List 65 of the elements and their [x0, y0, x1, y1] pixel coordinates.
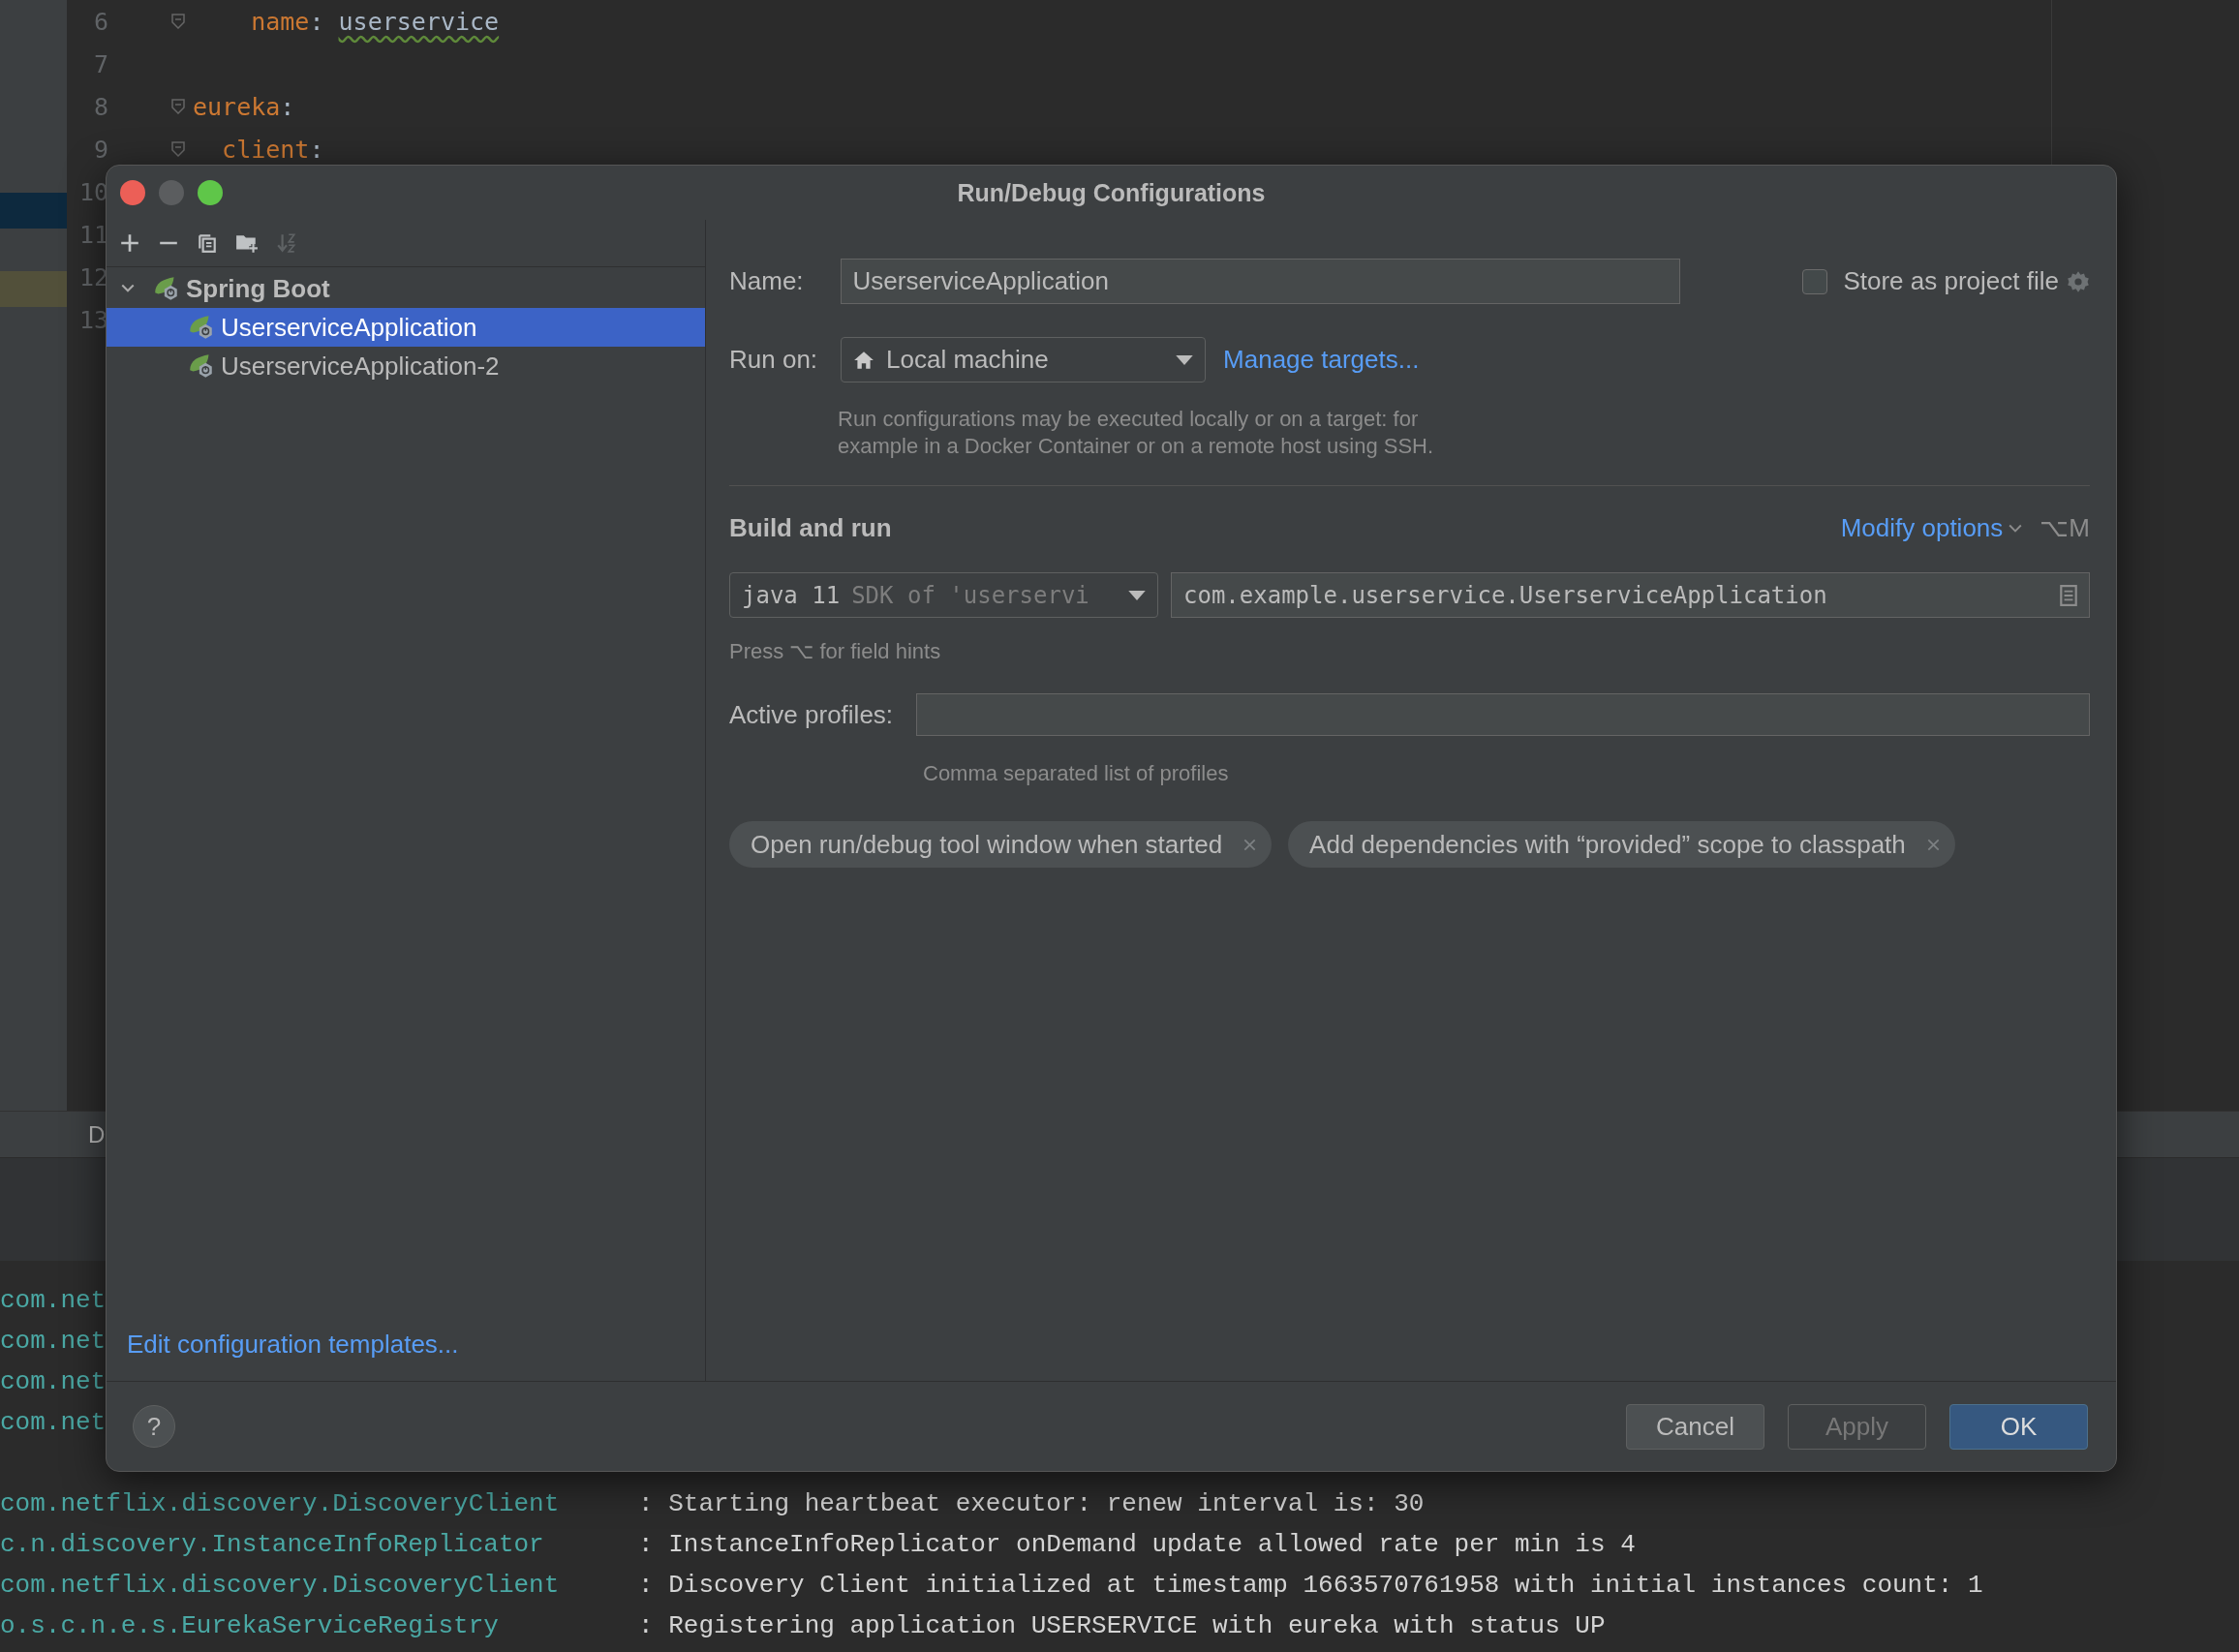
code-text: client:	[221, 135, 324, 164]
leaf-icon	[153, 276, 180, 301]
profiles-field[interactable]	[916, 693, 2090, 736]
leaf-icon	[188, 353, 215, 379]
sdk-dropdown[interactable]: java 11 SDK of 'userservi	[729, 572, 1158, 618]
dropdown-arrow-icon	[1128, 590, 1146, 600]
log-source: o.s.c.n.e.s.EurekaServiceRegistry	[0, 1611, 500, 1640]
line-number: 9	[92, 135, 108, 164]
templates-link[interactable]: Edit configuration templates...	[107, 1330, 705, 1381]
field-hint: Press ⌥ for field hints	[729, 639, 942, 664]
zoom-icon[interactable]	[198, 180, 223, 205]
log-source: com.net	[0, 1327, 107, 1356]
row-highlight	[0, 193, 67, 229]
tool-window-label[interactable]: D	[88, 1120, 106, 1148]
log-source: com.net	[0, 1408, 107, 1437]
log-message: : Discovery Client initialized at timestamp 1663570761958 with initial instances count: 1	[638, 1571, 1983, 1600]
run-on-label: Run on:	[729, 345, 818, 375]
document-icon[interactable]	[2060, 584, 2077, 606]
shortcut-hint: ⌥M	[2040, 513, 2090, 543]
log-message: : InstanceInfoReplicator onDemand update allowed rate per min is 4	[638, 1530, 1636, 1559]
checkbox[interactable]	[1802, 268, 1828, 294]
profiles-hint: Comma separated list of profiles	[923, 761, 1230, 786]
tree-group[interactable]: Spring Boot	[107, 269, 705, 308]
chevron-icon	[2009, 523, 2023, 534]
close-icon[interactable]	[1243, 838, 1257, 851]
fold-icon[interactable]	[171, 14, 185, 29]
log-source: c.n.discovery.InstanceInfoReplicator	[0, 1530, 545, 1559]
code-text: name: userservice	[250, 7, 500, 36]
close-icon[interactable]	[120, 180, 145, 205]
run-on-hint: Run configurations may be executed locally or on a target: for example in a Docker Container or on a remote host using SSH.	[838, 406, 1435, 460]
log-source: com.net	[0, 1367, 107, 1396]
section-title: Build and run	[729, 513, 892, 543]
fold-icon[interactable]	[171, 141, 185, 157]
leaf-icon	[188, 315, 215, 340]
modify-options-link[interactable]: Modify options	[1840, 513, 2023, 543]
manage-targets-link[interactable]: Manage targets...	[1223, 345, 1420, 375]
help-button[interactable]: ?	[133, 1405, 175, 1448]
log-source: com.netflix.discovery.DiscoveryClient	[0, 1489, 561, 1518]
line-number: 6	[92, 7, 108, 36]
code-text: eureka:	[193, 92, 295, 121]
option-chip[interactable]: Add dependencies with “provided” scope to classpath	[1288, 821, 1955, 868]
log-message: : Registering application USERSERVICE with eureka with status UP	[638, 1611, 1606, 1640]
log-source: com.netflix.discovery.DiscoveryClient	[0, 1571, 561, 1600]
line-number: 7	[92, 49, 108, 78]
row-highlight	[0, 271, 67, 307]
name-field[interactable]: UserserviceApplication	[840, 259, 1680, 304]
log-source: com.net	[0, 1286, 107, 1315]
name-label: Name:	[729, 266, 804, 296]
dropdown-arrow-icon	[1176, 354, 1194, 365]
line-number: 8	[92, 92, 108, 121]
checkbox-label[interactable]: Store as project file	[1843, 266, 2059, 296]
run-on-dropdown[interactable]: Local machine	[841, 337, 1207, 382]
dialog-button[interactable]: Cancel	[1626, 1403, 1764, 1450]
close-icon[interactable]	[1926, 838, 1940, 851]
settings-icon[interactable]	[2067, 269, 2090, 293]
main-class-field[interactable]: com.example.userservice.UserserviceApplication	[1171, 572, 2090, 618]
log-message: : Starting heartbeat executor: renew interval is: 30	[638, 1489, 1425, 1518]
option-chip[interactable]: Open run/debug tool window when started	[729, 821, 1273, 868]
tree-item[interactable]: UserserviceApplication-2	[107, 347, 705, 385]
dialog-button[interactable]: OK	[1949, 1403, 2088, 1450]
active-profiles-label: Active profiles:	[729, 699, 894, 730]
window-title: Run/Debug Configurations	[957, 178, 1266, 207]
minimize-icon	[159, 180, 184, 205]
fold-icon[interactable]	[171, 99, 185, 114]
tree-item[interactable]: UserserviceApplication	[107, 308, 705, 347]
